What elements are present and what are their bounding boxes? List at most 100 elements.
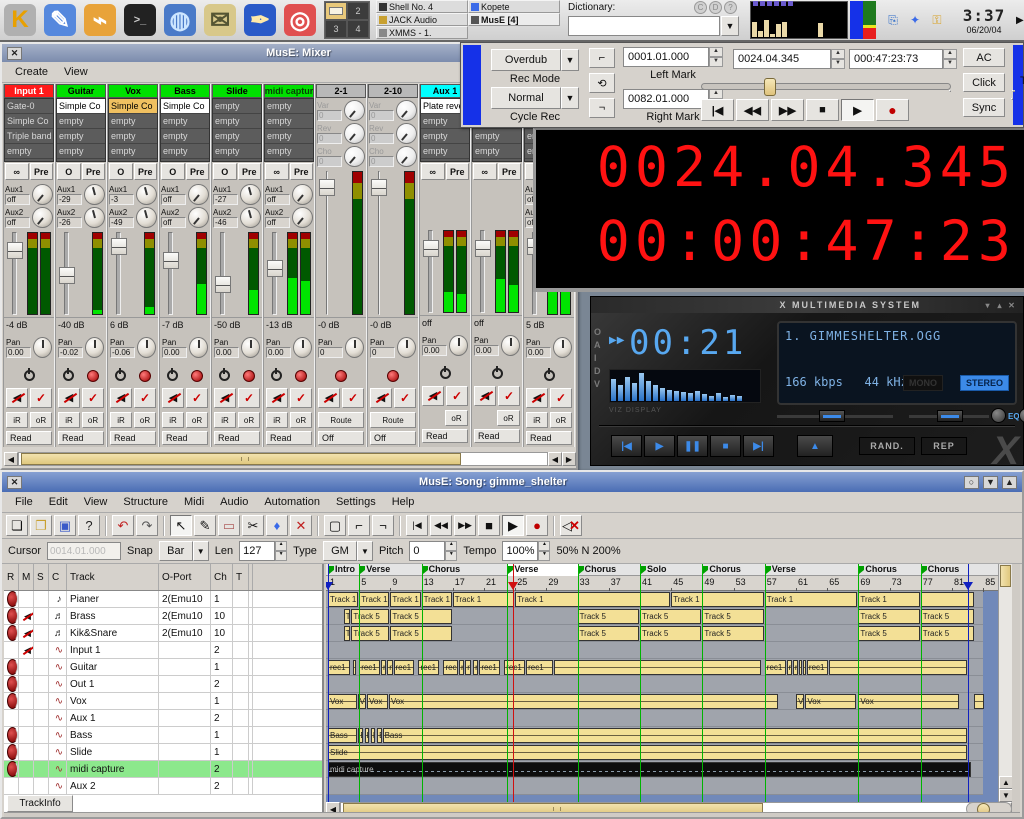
track-row[interactable]: ∿Vox1 — [4, 693, 322, 710]
track-channel-cell[interactable]: 2 — [211, 778, 233, 794]
arranger-part[interactable]: Track 1 — [390, 592, 420, 607]
song-close-button[interactable]: ✕ — [7, 476, 22, 489]
track-name-cell[interactable]: midi capture — [67, 761, 159, 777]
record-button[interactable]: ● — [526, 515, 548, 536]
solo-button[interactable]: ✓ — [394, 388, 416, 408]
track-name-cell[interactable]: Brass — [67, 608, 159, 624]
send-value[interactable]: -3 — [109, 194, 134, 205]
pre-button[interactable]: Pre — [186, 163, 210, 180]
arranger-part[interactable]: + — [353, 660, 356, 675]
track-row[interactable]: ◀♬Brass2(Emu1010 — [4, 608, 322, 625]
arranger-part[interactable]: red — [381, 660, 386, 675]
track-solo-cell[interactable] — [34, 693, 49, 709]
route-or-button[interactable]: oR — [82, 412, 104, 428]
arranger-part[interactable]: Track 5 — [351, 626, 389, 641]
solo-button[interactable]: ✓ — [342, 388, 364, 408]
forward-button[interactable]: ▶▶ — [771, 99, 804, 121]
send-value[interactable]: -26 — [57, 217, 82, 228]
panel-hide-arrow[interactable]: ▶ — [1016, 15, 1024, 26]
effect-rack[interactable]: Gate-0Simple CoTriple bandempty — [4, 98, 54, 162]
left-mark-arrows[interactable]: ▲▼ — [709, 47, 723, 67]
effect-rack[interactable]: Simple Coemptyemptyempty — [108, 98, 158, 162]
arranger-part[interactable] — [921, 592, 975, 607]
xmms-next-button[interactable]: ▶| — [743, 435, 774, 457]
dictionary-mini-button-?[interactable]: ? — [724, 1, 737, 14]
arranger-part[interactable]: Track 5 — [578, 609, 639, 624]
send-value[interactable]: -29 — [57, 194, 82, 205]
stereo-toggle-button[interactable]: ∞ — [421, 163, 445, 180]
mixer-hscrollbar[interactable]: ◀ ◀ ▶ — [4, 452, 576, 466]
effect-slot[interactable]: empty — [421, 129, 469, 144]
arranger-part[interactable]: Track 1 — [328, 592, 358, 607]
pencil-tool-button[interactable]: ✎ — [194, 515, 216, 536]
pre-button[interactable]: Pre — [238, 163, 262, 180]
strip-name[interactable]: Bass — [160, 84, 210, 98]
send-value[interactable]: -27 — [213, 194, 238, 205]
effect-slot[interactable]: Simple Co — [109, 99, 157, 114]
pre-button[interactable]: Pre — [82, 163, 106, 180]
stereo-toggle-button[interactable]: ∞ — [473, 163, 497, 180]
route-or-button[interactable]: oR — [30, 412, 52, 428]
track-solo-cell[interactable] — [34, 778, 49, 794]
send-value[interactable]: 0 — [369, 156, 394, 167]
fader[interactable] — [6, 230, 24, 317]
mixer-scroll-left[interactable]: ◀ — [4, 452, 18, 466]
route-ir-button[interactable]: iR — [214, 412, 236, 428]
mixer-menu-create[interactable]: Create — [8, 64, 55, 80]
effect-slot[interactable]: empty — [161, 144, 209, 159]
send-value[interactable]: off — [265, 217, 290, 228]
xmms-clutter-a[interactable]: A — [594, 340, 601, 350]
xmms-prev-button[interactable]: |◀ — [611, 435, 642, 457]
fader-handle[interactable] — [7, 242, 23, 259]
mixer-scroll-left2[interactable]: ◀ — [548, 452, 562, 466]
mute-button[interactable]: ◀ — [162, 388, 184, 408]
redo-button[interactable]: ↷ — [136, 515, 158, 536]
automation-mode-button[interactable]: Read — [474, 429, 520, 443]
mute-button[interactable]: ◀ — [318, 388, 340, 408]
arranger-part[interactable]: r — [803, 660, 806, 675]
track-solo-cell[interactable] — [34, 744, 49, 760]
effect-slot[interactable]: empty — [265, 114, 313, 129]
save-file-button[interactable]: ▣ — [54, 515, 76, 536]
arranger-part[interactable]: red — [793, 660, 798, 675]
dictionary-mini-button-c[interactable]: C — [694, 1, 707, 14]
record-arm-button[interactable] — [335, 370, 347, 382]
track-port-cell[interactable] — [159, 693, 211, 709]
kwrite-icon[interactable]: ✎ — [40, 1, 80, 39]
send-knob[interactable] — [84, 184, 105, 205]
task-button[interactable]: JACK Audio — [376, 13, 468, 26]
type-dropdown[interactable]: ▼ — [357, 541, 373, 561]
xmms-clutter-d[interactable]: D — [594, 366, 601, 376]
mute-button[interactable]: ◀ — [422, 386, 444, 406]
send-value[interactable]: 0 — [317, 133, 342, 144]
forward-button[interactable]: ▶▶ — [454, 515, 476, 536]
track-mute-cell[interactable]: ◀ — [19, 625, 34, 641]
xmms-eq-button[interactable] — [991, 408, 1006, 423]
track-rec-cell[interactable] — [4, 676, 19, 692]
track-name-cell[interactable]: Pianer — [67, 591, 159, 607]
pan-value[interactable]: 0.00 — [474, 345, 499, 356]
track-name-cell[interactable]: Guitar — [67, 659, 159, 675]
solo-button[interactable]: ✓ — [134, 388, 156, 408]
mute-button[interactable]: ◀ — [6, 388, 28, 408]
track-mute-cell[interactable]: ◀ — [19, 608, 34, 624]
snap-combo[interactable]: Bar ▼ — [159, 541, 209, 561]
marker-flag[interactable]: Verse — [359, 564, 390, 576]
record-arm-button[interactable] — [387, 370, 399, 382]
fader[interactable] — [162, 230, 180, 317]
pan-value[interactable]: 0.00 — [6, 347, 31, 358]
pan-knob[interactable] — [553, 337, 572, 358]
column-header-s[interactable]: S — [34, 564, 49, 590]
arranger-part[interactable]: Track 5 — [858, 609, 919, 624]
arranger-part[interactable]: Track 5 — [578, 626, 639, 641]
track-mute-cell[interactable] — [19, 591, 34, 607]
arranger-part[interactable]: rec1 — [443, 660, 458, 675]
route-or-button[interactable]: oR — [238, 412, 260, 428]
solo-button[interactable]: ✓ — [290, 388, 312, 408]
fader[interactable] — [474, 228, 492, 315]
column-header-c[interactable]: C — [49, 564, 67, 590]
mixer-scroll-track[interactable] — [18, 452, 548, 466]
arranger-part[interactable]: Slide — [328, 745, 967, 760]
effect-slot[interactable]: empty — [473, 144, 521, 159]
send-knob[interactable] — [344, 123, 365, 144]
